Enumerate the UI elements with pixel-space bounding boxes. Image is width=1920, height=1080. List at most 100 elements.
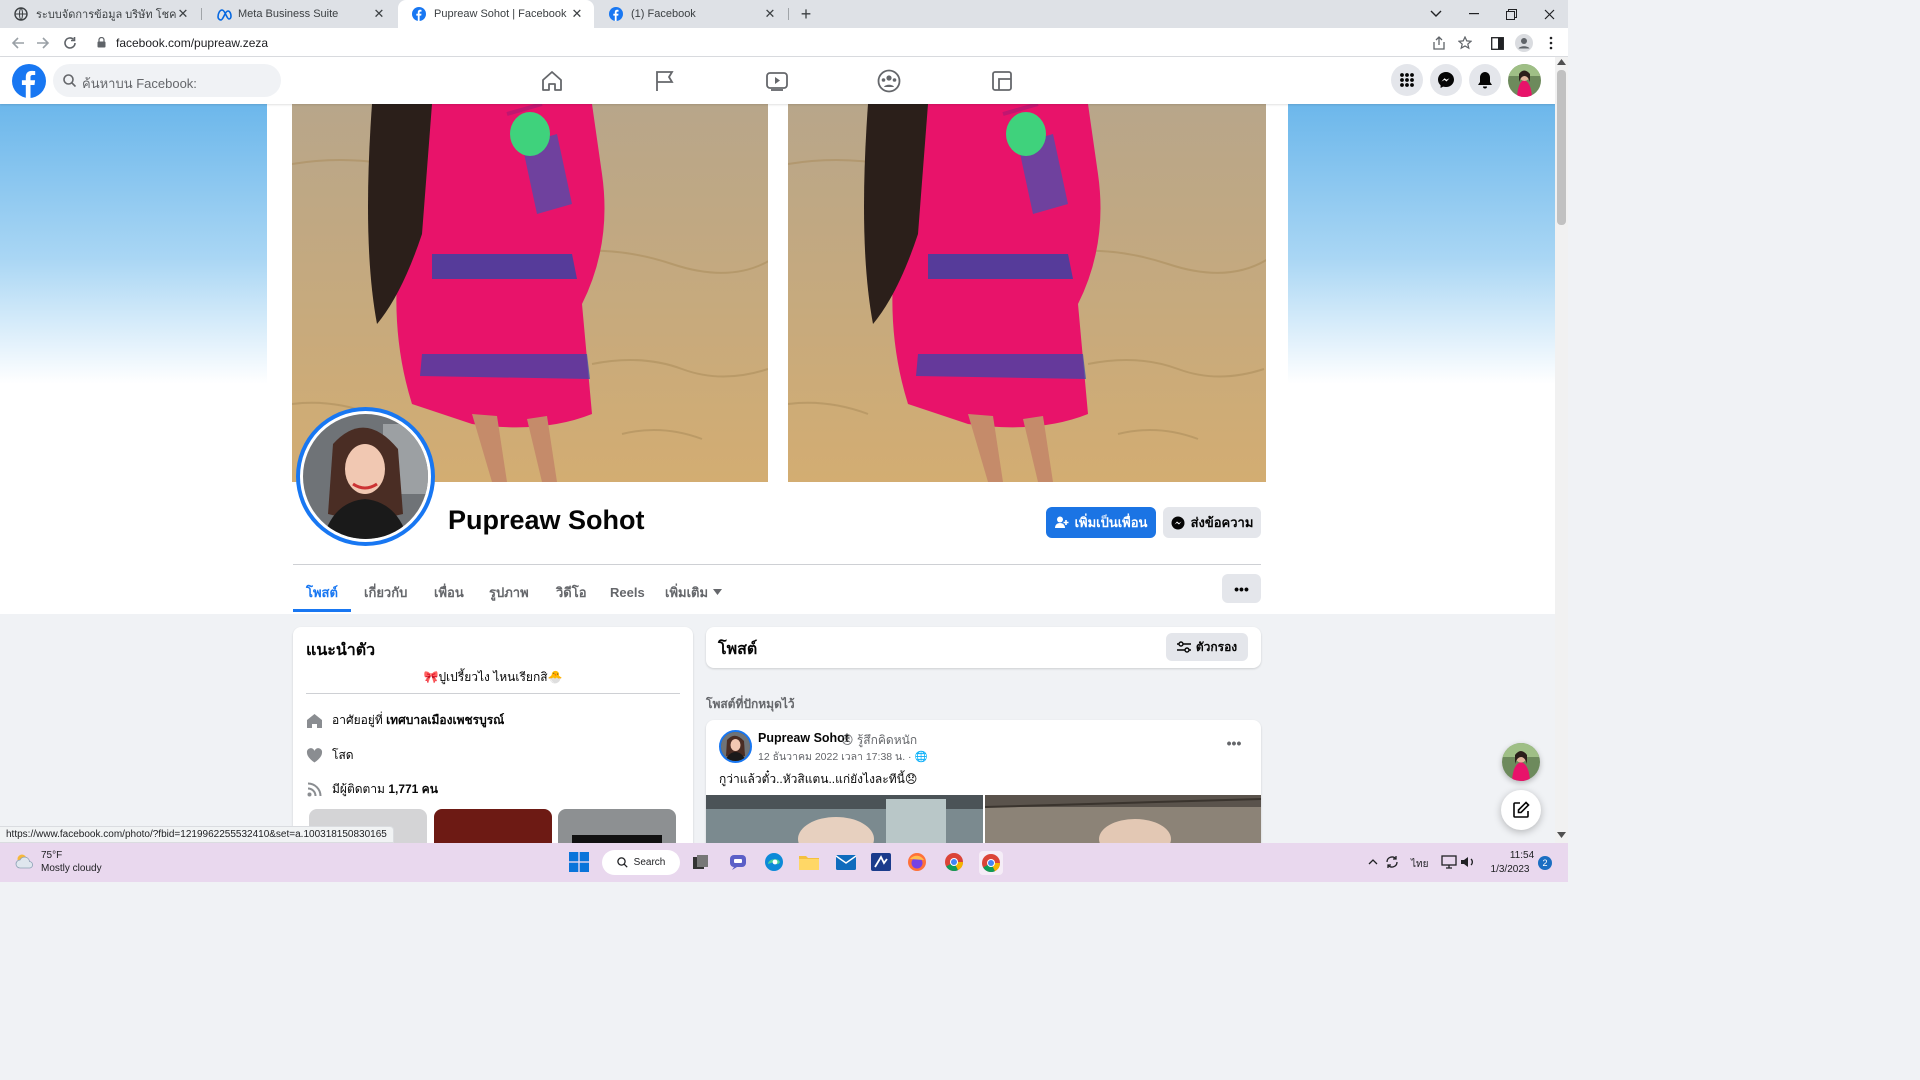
messenger-icon[interactable] [1430,64,1462,96]
mail-icon[interactable] [835,851,857,873]
post-photo[interactable] [706,795,983,843]
notifications-bell-icon[interactable] [1469,64,1501,96]
close-window-button[interactable] [1530,0,1568,28]
profile-picture[interactable] [296,407,435,546]
chrome-active-icon[interactable] [979,851,1003,875]
close-icon[interactable]: ✕ [176,6,190,22]
cover-blur-right [1288,104,1555,384]
new-message-button[interactable] [1501,790,1541,830]
url-text[interactable]: facebook.com/pupreaw.zeza [116,36,268,50]
post-timestamp[interactable]: 12 ธันวาคม 2022 เวลา 17:38 น. · 🌐 [758,748,928,765]
facebook-icon [412,7,426,21]
post-author-avatar[interactable] [719,730,752,763]
clock-date[interactable]: 1/3/2023 [1488,864,1532,875]
close-icon[interactable]: ✕ [372,6,386,22]
volume-icon[interactable] [1457,851,1479,873]
sync-icon[interactable] [1381,851,1403,873]
groups-icon[interactable] [871,66,907,96]
tab-more[interactable]: เพิ่มเติม [665,573,723,611]
watch-video-icon[interactable] [759,66,795,96]
edge-browser-icon[interactable] [763,851,785,873]
pages-flag-icon[interactable] [647,66,683,96]
clock-time[interactable]: 11:54 [1500,850,1544,861]
post-options-button[interactable]: ••• [1222,735,1246,753]
browser-tab-active[interactable]: Pupreaw Sohot | Facebook ✕ [398,0,594,28]
tab-reels[interactable]: Reels [610,573,645,611]
firefox-icon[interactable] [906,851,928,873]
browser-tab[interactable]: Meta Business Suite ✕ [202,0,396,28]
profile-icon[interactable] [1514,33,1534,53]
house-icon [306,712,323,729]
teams-chat-icon[interactable] [727,851,749,873]
intro-followers: มีผู้ติดตาม 1,771 คน [306,779,438,799]
browser-tab[interactable]: (1) Facebook ✕ [595,0,787,28]
relationship-text: โสด [332,747,354,762]
chrome-icon[interactable] [943,851,965,873]
tab-about[interactable]: เกี่ยวกับ [364,573,407,611]
notification-badge[interactable]: 2 [1538,856,1552,870]
tab-videos[interactable]: วิดีโอ [556,573,587,611]
file-explorer-icon[interactable] [798,851,820,873]
address-bar[interactable] [88,31,1483,54]
bookmark-star-icon[interactable] [1455,33,1475,53]
filter-button[interactable]: ตัวกรอง [1166,633,1248,661]
send-message-button[interactable]: ส่งข้อความ [1163,507,1261,538]
add-friend-button[interactable]: เพิ่มเป็นเพื่อน [1046,507,1156,538]
divider [293,564,1261,565]
facebook-icon [609,7,623,21]
browser-menu-icon[interactable] [1541,33,1561,53]
account-avatar[interactable] [1508,64,1541,97]
globe-icon [14,7,28,21]
intro-lives-in: อาศัยอยู่ที่ เทศบาลเมืองเพชรบูรณ์ [306,710,504,730]
scroll-down-arrow-icon[interactable] [1557,832,1566,840]
profile-picture-frame [300,411,431,542]
menu-grid-icon[interactable] [1391,64,1423,96]
tab-photos[interactable]: รูปภาพ [489,573,529,611]
filter-sliders-icon [1176,641,1191,653]
lock-icon[interactable] [97,37,106,48]
back-arrow-icon[interactable] [8,33,28,53]
browser-tab-title: Pupreaw Sohot | Facebook [434,8,567,20]
new-tab-button[interactable]: + [796,5,816,23]
post-photo[interactable] [985,795,1261,843]
input-language[interactable]: ไทย [1411,857,1428,872]
facebook-logo-icon[interactable] [12,64,46,98]
profile-name: Pupreaw Sohot [448,505,645,535]
browser-tab[interactable]: ระบบจัดการข้อมูล บริษัท โชคลูกน็อต ... ✕ [0,0,200,28]
gaming-icon[interactable] [984,66,1020,96]
taskbar-search[interactable]: Search [602,850,680,875]
forward-arrow-icon[interactable] [33,33,53,53]
tab-friends[interactable]: เพื่อน [434,573,464,611]
profile-more-button[interactable]: ••• [1222,574,1261,603]
scroll-up-arrow-icon[interactable] [1557,59,1566,67]
pinned-posts-label: โพสต์ที่ปักหมุดไว้ [706,697,795,711]
share-icon[interactable] [1429,33,1449,53]
app-icon[interactable] [870,851,892,873]
restore-button[interactable] [1492,0,1530,28]
task-view-icon[interactable] [690,851,712,873]
lives-in-place[interactable]: เทศบาลเมืองเพชรบูรณ์ [386,713,504,727]
lives-in-text: อาศัยอยู่ที่ เทศบาลเมืองเพชรบูรณ์ [332,711,504,730]
browser-tab-title: (1) Facebook [631,8,696,20]
lives-in-prefix: อาศัยอยู่ที่ [332,712,387,727]
tab-posts[interactable]: โพสต์ [306,573,338,611]
tab-search-icon[interactable] [1417,0,1455,28]
cover-photo[interactable] [788,104,1266,482]
windows-start-icon[interactable] [568,851,590,873]
chat-head-avatar[interactable] [1502,743,1540,781]
close-icon[interactable]: ✕ [763,6,777,22]
weather-cloud-icon[interactable] [14,852,36,870]
compose-icon [1512,801,1530,819]
home-icon[interactable] [534,66,570,96]
side-panel-icon[interactable] [1487,33,1507,53]
post-author-name[interactable]: Pupreaw Sohot [758,731,849,745]
weather-temperature[interactable]: 75°F [41,850,62,861]
weather-description[interactable]: Mostly cloudy [41,863,102,874]
reload-icon[interactable] [60,33,80,53]
scrollbar-thumb[interactable] [1557,70,1566,225]
close-icon[interactable]: ✕ [570,6,584,22]
followers-count[interactable]: 1,771 คน [388,782,438,796]
send-message-label: ส่งข้อความ [1190,515,1254,530]
tab-more-label: เพิ่มเติม [665,584,709,600]
minimize-button[interactable] [1455,0,1493,28]
